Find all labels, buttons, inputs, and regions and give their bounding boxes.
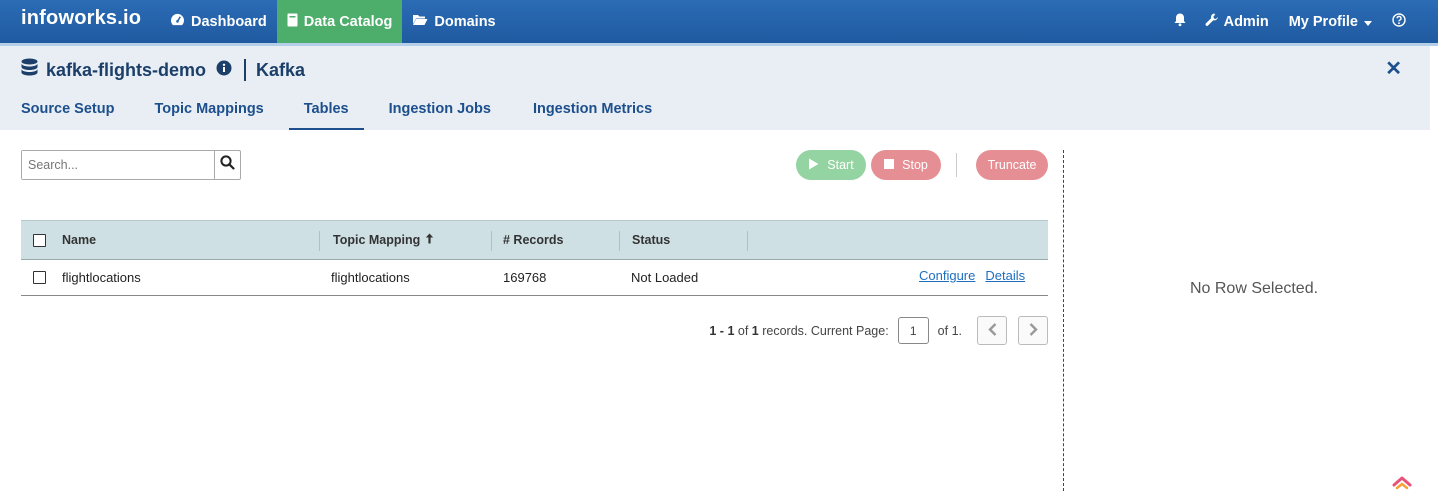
header-topic-mapping[interactable]: Topic Mapping xyxy=(333,221,434,259)
row-actions: Configure Details xyxy=(919,258,1025,293)
help-button[interactable] xyxy=(1382,0,1438,43)
search-icon xyxy=(220,155,235,175)
caret-down-icon xyxy=(1364,14,1372,30)
table-row[interactable]: flightlocations flightlocations 169768 N… xyxy=(21,260,1048,296)
dashboard-icon xyxy=(170,13,185,30)
nav-domains[interactable]: Domains xyxy=(402,0,505,43)
select-all-checkbox[interactable] xyxy=(33,233,46,247)
title-separator xyxy=(244,59,247,81)
chevron-left-icon xyxy=(987,322,997,339)
source-header: kafka-flights-demo Kafka ✕ Source Setup … xyxy=(0,46,1430,130)
select-all-cell xyxy=(33,221,46,259)
database-icon xyxy=(21,58,38,82)
tab-source-setup[interactable]: Source Setup xyxy=(0,98,135,130)
configure-link[interactable]: Configure xyxy=(919,268,975,283)
header-name[interactable]: Name xyxy=(62,221,96,259)
source-type: Kafka xyxy=(256,59,306,80)
details-link[interactable]: Details xyxy=(985,268,1025,283)
table-header: Name Topic Mapping # Records Status xyxy=(21,220,1048,260)
panel-divider xyxy=(1063,150,1064,491)
no-row-selected-message: No Row Selected. xyxy=(1189,280,1319,297)
info-icon[interactable] xyxy=(216,60,232,81)
profile-label: My Profile xyxy=(1288,13,1358,30)
next-page-button[interactable] xyxy=(1018,316,1048,345)
admin-menu[interactable]: Admin xyxy=(1195,0,1279,43)
row-topic-mapping: flightlocations xyxy=(331,270,410,285)
bell-icon xyxy=(1173,12,1187,31)
row-records: 169768 xyxy=(503,270,547,285)
search-input[interactable] xyxy=(22,151,214,179)
column-separator xyxy=(319,231,320,251)
folder-open-icon xyxy=(412,13,428,30)
header-topic-mapping-label: Topic Mapping xyxy=(333,233,421,247)
current-page-input[interactable]: 1 xyxy=(897,317,929,344)
clickup-logo-icon[interactable] xyxy=(1390,473,1414,496)
book-icon xyxy=(287,13,298,31)
row-checkbox[interactable] xyxy=(33,271,46,284)
search-button[interactable] xyxy=(214,151,240,179)
records-text: records. Current Page: xyxy=(762,323,889,338)
nav-data-catalog[interactable]: Data Catalog xyxy=(276,0,403,43)
column-separator xyxy=(491,231,492,251)
actions-divider xyxy=(956,153,957,177)
start-button[interactable]: Start xyxy=(796,150,866,180)
column-separator xyxy=(747,231,748,251)
play-icon xyxy=(808,158,819,173)
table-search xyxy=(21,150,241,180)
help-icon xyxy=(1392,12,1406,31)
stop-button[interactable]: Stop xyxy=(871,150,941,180)
chevron-right-icon xyxy=(1029,322,1038,339)
tab-topic-mappings[interactable]: Topic Mappings xyxy=(135,98,284,130)
notifications-button[interactable] xyxy=(1165,0,1195,43)
brand-logo[interactable]: infoworks.io xyxy=(0,0,160,43)
tab-ingestion-metrics[interactable]: Ingestion Metrics xyxy=(512,98,673,130)
truncate-button[interactable]: Truncate xyxy=(976,150,1048,180)
top-navbar: infoworks.io Dashboard Data Catalog Doma… xyxy=(0,0,1438,43)
total-pages-text: of 1. xyxy=(937,323,962,338)
stop-label: Stop xyxy=(902,158,928,172)
nav-dashboard[interactable]: Dashboard xyxy=(160,0,277,43)
range-total: 1 xyxy=(751,323,759,338)
start-label: Start xyxy=(827,158,854,172)
profile-menu[interactable]: My Profile xyxy=(1279,0,1382,43)
range-end: 1 xyxy=(727,323,735,338)
close-icon[interactable]: ✕ xyxy=(1385,56,1402,81)
column-separator xyxy=(619,231,620,251)
prev-page-button[interactable] xyxy=(977,316,1007,345)
nav-dashboard-label: Dashboard xyxy=(191,13,267,30)
wrench-icon xyxy=(1205,13,1218,31)
nav-domains-label: Domains xyxy=(434,13,496,30)
tab-ingestion-jobs[interactable]: Ingestion Jobs xyxy=(368,98,512,130)
nav-data-catalog-label: Data Catalog xyxy=(303,13,393,30)
sort-asc-icon xyxy=(425,233,434,247)
source-name: kafka-flights-demo xyxy=(46,59,207,80)
scrollbar-track[interactable] xyxy=(1430,46,1438,491)
header-status[interactable]: Status xyxy=(632,221,670,259)
source-title: kafka-flights-demo Kafka xyxy=(21,58,305,82)
row-select-cell xyxy=(33,260,46,295)
row-name: flightlocations xyxy=(62,270,141,285)
pagination: 1 - 1 of 1 records. Current Page: 1 of 1… xyxy=(709,316,1048,345)
row-status: Not Loaded xyxy=(631,270,699,285)
tab-tables[interactable]: Tables xyxy=(288,98,364,130)
source-tabs: Source Setup Topic Mappings Tables Inges… xyxy=(0,98,673,130)
range-start: 1 xyxy=(709,323,717,338)
admin-label: Admin xyxy=(1223,13,1269,30)
header-records[interactable]: # Records xyxy=(503,221,563,259)
tables-grid: Name Topic Mapping # Records Status flig… xyxy=(21,220,1048,296)
pagination-summary: 1 - 1 of 1 records. Current Page: xyxy=(709,323,889,338)
stop-icon xyxy=(884,158,895,172)
